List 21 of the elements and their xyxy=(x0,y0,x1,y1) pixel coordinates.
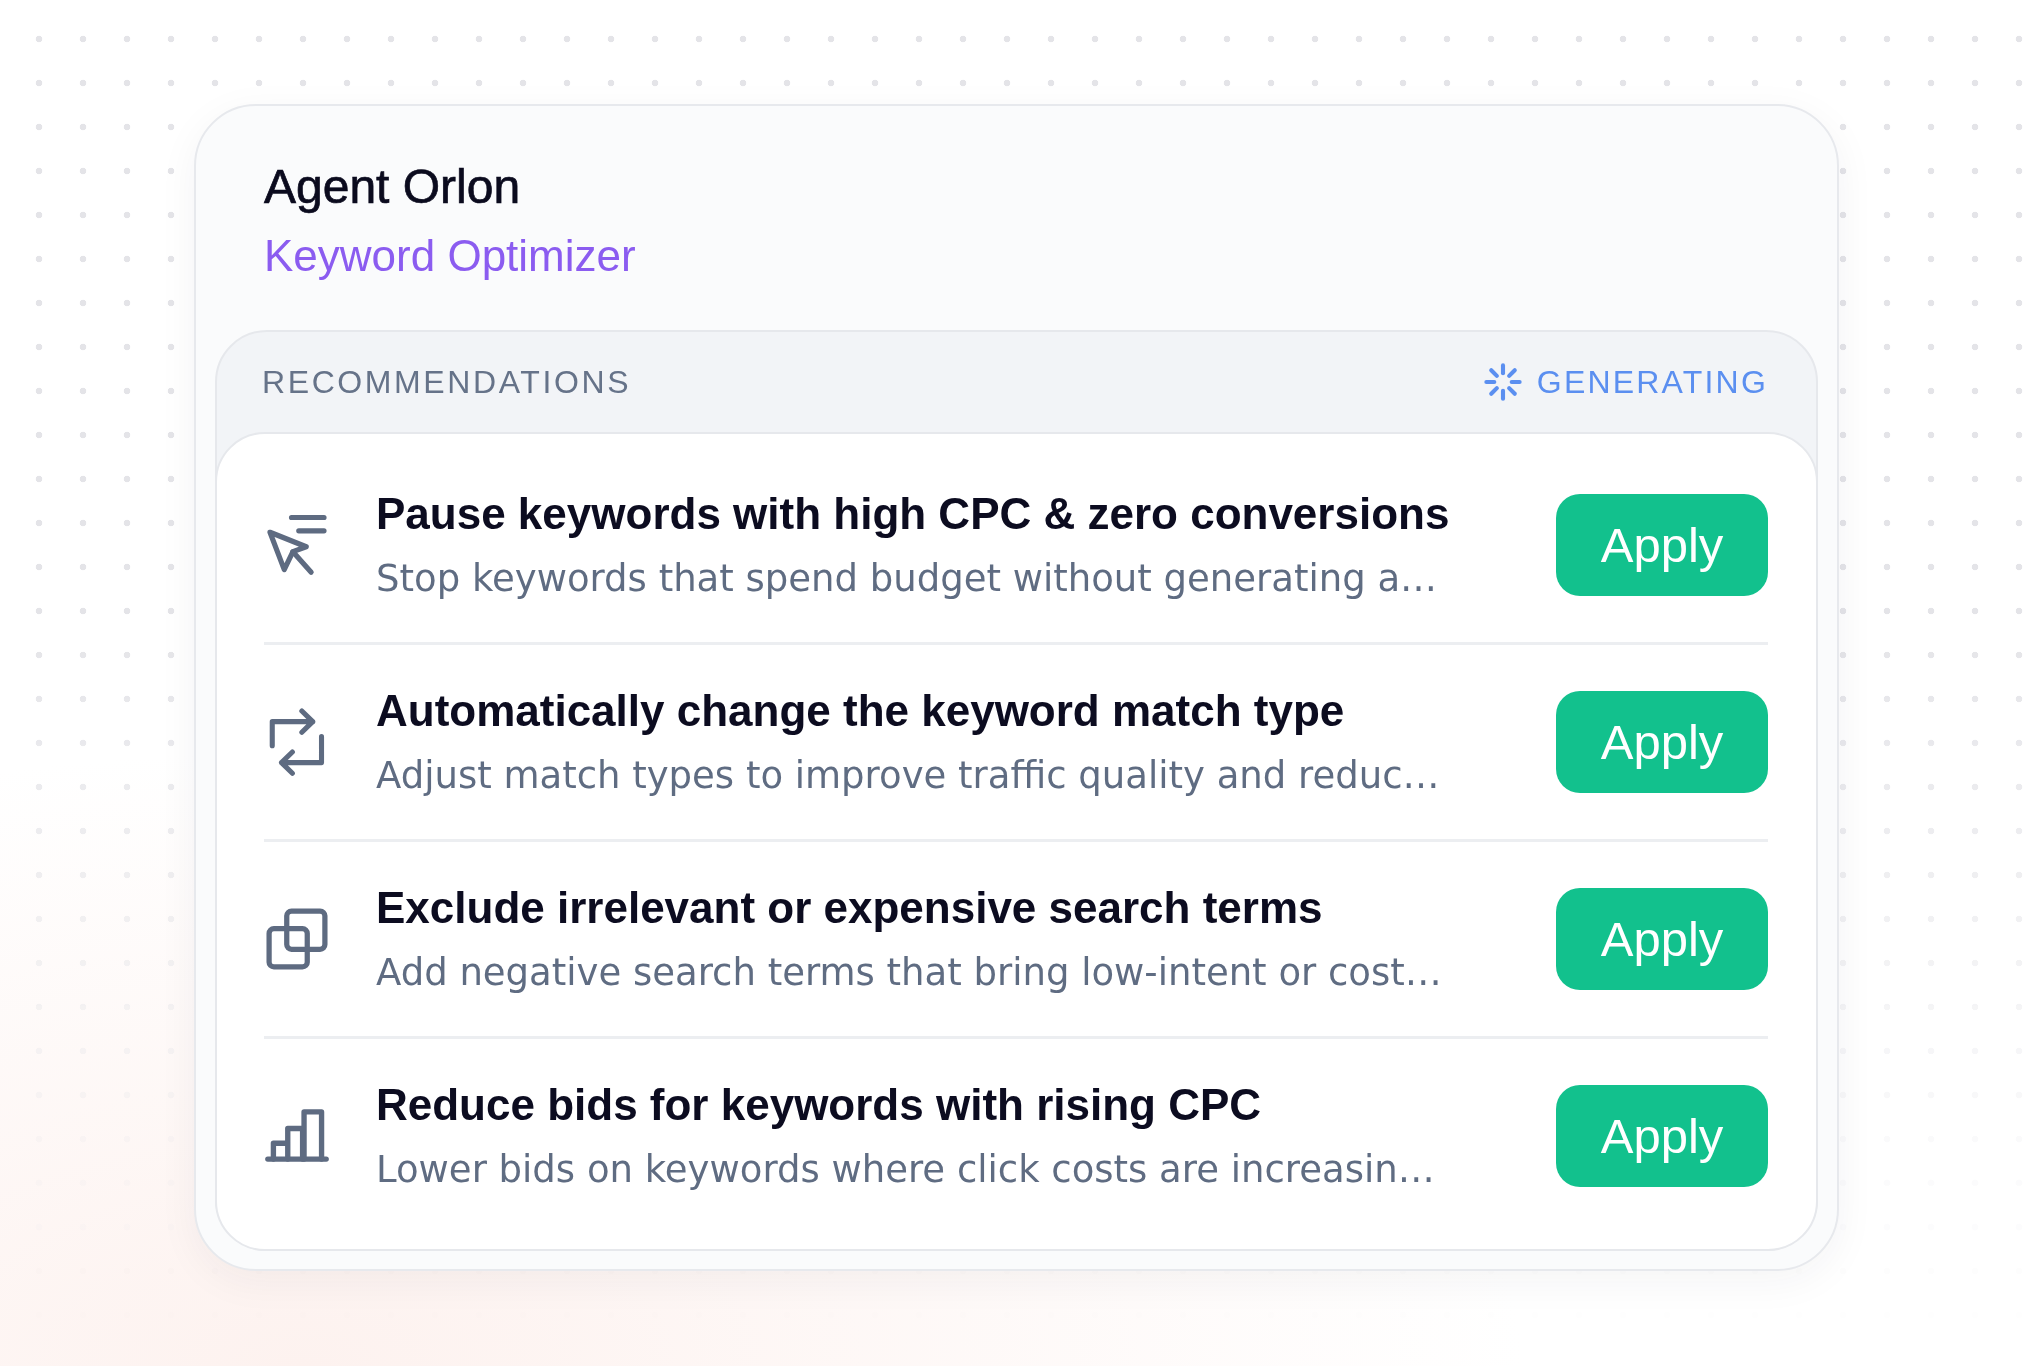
agent-name: Agent Orlon xyxy=(264,159,521,215)
recommendation-description: Lower bids on keywords where click costs are increasin… xyxy=(376,1147,1435,1193)
swap-arrows-icon xyxy=(269,708,325,776)
recommendation-description: Adjust match types to improve traffic quality and reduc… xyxy=(376,753,1440,799)
cursor-lines-icon xyxy=(267,514,327,576)
overlapping-squares-icon xyxy=(266,908,328,970)
status-label: GENERATING xyxy=(1536,363,1768,401)
apply-button[interactable]: Apply xyxy=(1556,691,1768,793)
apply-button[interactable]: Apply xyxy=(1556,494,1768,596)
apply-button[interactable]: Apply xyxy=(1556,1085,1768,1187)
recommendation-title: Reduce bids for keywords with rising CPC xyxy=(376,1079,1262,1131)
recommendation-title: Exclude irrelevant or expensive search terms xyxy=(376,882,1323,934)
recommendation-description: Add negative search terms that bring low-intent or cost… xyxy=(376,950,1442,996)
recommendation-title: Pause keywords with high CPC & zero conversions xyxy=(376,488,1450,540)
spinner-icon xyxy=(1483,363,1522,401)
recommendation-description: Stop keywords that spend budget without generating a… xyxy=(376,556,1438,602)
apply-button[interactable]: Apply xyxy=(1556,888,1768,990)
agent-role: Keyword Optimizer xyxy=(264,230,636,282)
recommendation-title: Automatically change the keyword match type xyxy=(376,685,1345,737)
bar-chart-icon xyxy=(265,1109,329,1163)
section-heading: RECOMMENDATIONS xyxy=(262,363,632,401)
